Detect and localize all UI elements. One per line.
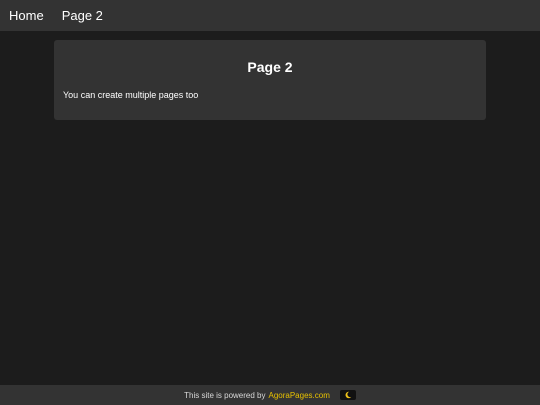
page-title: Page 2 — [247, 59, 293, 75]
page: Home Page 2 Page 2 You can create multip… — [0, 0, 540, 405]
nav-link-page-2[interactable]: Page 2 — [54, 0, 111, 31]
nav-link-home[interactable]: Home — [0, 0, 54, 31]
page-body-text: You can create multiple pages too — [63, 90, 199, 100]
top-navbar: Home Page 2 — [0, 0, 540, 31]
moon-icon — [345, 391, 352, 399]
content-card: Page 2 You can create multiple pages too — [54, 40, 486, 120]
theme-toggle-button[interactable] — [339, 390, 356, 400]
footer-text: This site is powered by — [184, 390, 266, 400]
footer: This site is powered by AgoraPages.com — [0, 385, 540, 405]
footer-agorapages-link[interactable]: AgoraPages.com — [269, 391, 330, 400]
